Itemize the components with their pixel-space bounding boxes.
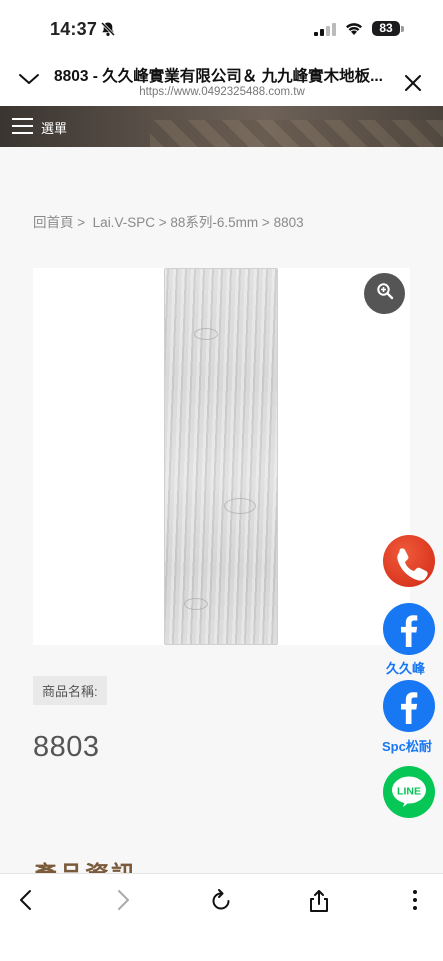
facebook-icon [401,692,418,724]
breadcrumb-category[interactable]: Lai.V-SPC [93,215,155,230]
status-bar: 14:37 83 [0,0,443,58]
main-content: 回首頁 > Lai.V-SPC > 88系列-6.5mm > 8803 商品名稱… [0,147,443,889]
share-icon[interactable] [307,888,331,919]
facebook-icon [401,615,418,647]
wifi-icon [344,21,364,41]
forward-icon[interactable] [113,888,133,917]
breadcrumb: 回首頁 > Lai.V-SPC > 88系列-6.5mm > 8803 [33,211,304,231]
product-name-label: 商品名稱: [33,676,107,705]
back-icon[interactable] [16,888,36,917]
battery-icon: 83 [372,21,400,36]
breadcrumb-home[interactable]: 回首頁 [33,215,74,230]
chevron-down-icon[interactable] [18,72,40,91]
line-button[interactable]: LINE [383,766,435,818]
phone-button[interactable] [383,535,435,587]
close-icon[interactable] [404,74,422,97]
wood-knot [194,328,218,340]
header-floor-image [150,120,443,147]
product-image-container [33,268,410,645]
zoom-button[interactable] [364,273,405,314]
facebook-button-1[interactable] [383,603,435,655]
page-title: 8803 - 久久峰實業有限公司＆ 九九峰實木地板... [54,68,383,85]
battery-cap [401,26,404,32]
reload-icon[interactable] [209,888,233,917]
line-label: LINE [397,786,421,798]
breadcrumb-separator: > [261,215,270,230]
page-url[interactable]: https://www.0492325488.com.tw [54,86,390,98]
bell-slash-icon [100,21,116,42]
breadcrumb-series[interactable]: 88系列-6.5mm [170,215,258,230]
breadcrumb-separator: > [77,215,86,230]
browser-address-bar[interactable]: 8803 - 久久峰實業有限公司＆ 九九峰實木地板... https://www… [0,58,443,106]
phone-icon [397,548,428,581]
facebook-button-2[interactable] [383,680,435,732]
zoom-in-icon [376,282,394,305]
breadcrumb-current: 8803 [273,215,304,230]
facebook-caption-1[interactable]: 久久峰 [386,658,425,677]
line-icon: LINE [392,776,426,807]
menu-label[interactable]: 選單 [41,118,67,137]
site-header: 選單 [0,106,443,147]
hamburger-icon[interactable] [12,117,34,140]
signal-icon [314,23,336,41]
facebook-caption-2[interactable]: Spc松耐 [382,736,432,755]
status-time: 14:37 [50,19,98,39]
product-image[interactable] [164,268,278,645]
wood-knot [224,498,256,514]
wood-knot [184,598,208,610]
product-name: 8803 [33,731,100,763]
breadcrumb-separator: > [158,215,167,230]
browser-toolbar [0,873,443,961]
more-icon[interactable] [410,888,420,917]
